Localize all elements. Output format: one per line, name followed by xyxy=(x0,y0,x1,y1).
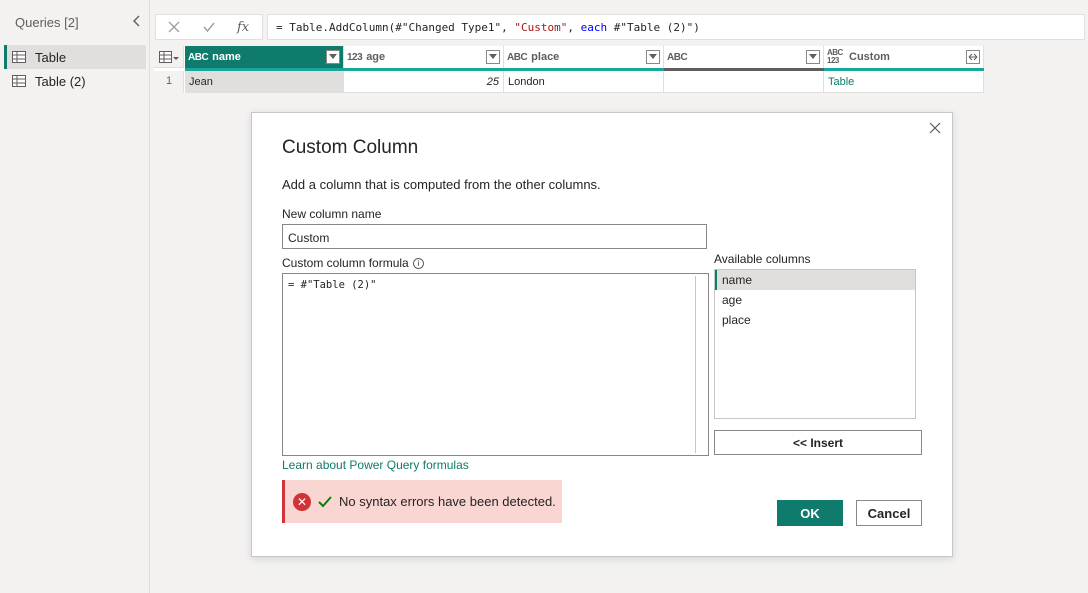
row-number: 1 xyxy=(154,71,184,93)
fx-icon: fx xyxy=(236,20,250,35)
query-item-table-2[interactable]: Table (2) xyxy=(4,69,146,93)
table-cell[interactable]: Jean xyxy=(185,71,344,93)
table-cell-link[interactable]: Table xyxy=(824,71,984,93)
column-name: name xyxy=(212,51,241,63)
column-name: place xyxy=(531,51,560,63)
query-item-label: Table xyxy=(35,49,67,65)
status-text: No syntax errors have been detected. xyxy=(339,494,556,509)
column-header-place[interactable]: ABC place xyxy=(504,46,664,68)
text-type-icon: ABC xyxy=(507,51,528,63)
table-cell[interactable]: 25 xyxy=(344,71,504,93)
close-icon xyxy=(929,122,941,134)
new-column-name-input[interactable]: Custom xyxy=(282,224,707,249)
insert-button[interactable]: << Insert xyxy=(714,430,922,455)
ok-button[interactable]: OK xyxy=(777,500,843,526)
custom-column-dialog: Custom Column Add a column that is compu… xyxy=(251,112,953,557)
text-type-icon: ABC xyxy=(188,51,209,63)
available-column-place[interactable]: place xyxy=(715,310,915,330)
formula-bar-buttons: fx xyxy=(155,14,263,40)
check-icon xyxy=(203,22,215,33)
close-dialog-button[interactable] xyxy=(926,119,944,137)
column-filter-button[interactable] xyxy=(806,50,820,64)
query-item-table[interactable]: Table xyxy=(4,45,146,69)
table-menu-icon xyxy=(158,50,179,63)
formula-label: Custom column formula i xyxy=(282,256,424,270)
data-grid: ABC name 123 age ABC place ABC ABC 123 C… xyxy=(154,46,984,93)
new-column-label: New column name xyxy=(282,207,382,221)
commit-formula-button[interactable] xyxy=(191,15,226,39)
formula-bar-input[interactable]: = Table.AddColumn(#"Changed Type1", "Cus… xyxy=(267,14,1085,40)
formula-sep: , xyxy=(567,21,581,34)
editor-scrollbar[interactable] xyxy=(695,276,696,453)
any-type-icon: ABC 123 xyxy=(827,48,843,65)
query-item-label: Table (2) xyxy=(35,73,86,89)
check-icon xyxy=(317,495,333,509)
column-filter-button[interactable] xyxy=(326,50,340,64)
expand-icon xyxy=(968,53,978,61)
column-filter-button[interactable] xyxy=(646,50,660,64)
info-icon[interactable]: i xyxy=(412,258,424,270)
cancel-button[interactable]: Cancel xyxy=(856,500,922,526)
number-type-icon: 123 xyxy=(347,51,363,63)
svg-text:fx: fx xyxy=(236,20,250,35)
column-name: Custom xyxy=(849,51,890,63)
formula-text: = #"Table (2)" xyxy=(288,279,377,291)
column-filter-button[interactable] xyxy=(486,50,500,64)
available-column-name[interactable]: name xyxy=(715,270,915,290)
insert-function-button[interactable]: fx xyxy=(227,15,262,39)
column-header-name[interactable]: ABC name xyxy=(185,46,344,68)
formula-string: "Custom" xyxy=(514,21,568,34)
table-menu-button[interactable] xyxy=(154,46,184,68)
column-header-age[interactable]: 123 age xyxy=(344,46,504,68)
formula-label-text: Custom column formula xyxy=(282,256,409,270)
column-header-custom[interactable]: ABC 123 Custom xyxy=(824,46,984,68)
close-icon xyxy=(168,21,180,33)
chevron-down-icon xyxy=(329,54,337,59)
collapse-pane-button[interactable] xyxy=(130,12,144,30)
expand-column-button[interactable] xyxy=(966,50,980,64)
learn-formulas-link[interactable]: Learn about Power Query formulas xyxy=(282,458,469,472)
table-icon xyxy=(12,51,26,63)
column-header-unnamed[interactable]: ABC xyxy=(664,46,824,68)
text-type-icon: ABC xyxy=(667,51,688,63)
formula-prefix: = Table.AddColumn(#"Changed Type1", xyxy=(276,21,515,34)
queries-pane: Queries [2] Table Table (2) xyxy=(0,0,150,593)
table-cell[interactable] xyxy=(664,71,824,93)
chevron-left-icon xyxy=(133,15,140,27)
chevron-down-icon xyxy=(809,54,817,59)
table-cell[interactable]: London xyxy=(504,71,664,93)
available-column-age[interactable]: age xyxy=(715,290,915,310)
dialog-description: Add a column that is computed from the o… xyxy=(282,177,601,192)
available-columns-label: Available columns xyxy=(714,252,811,266)
dialog-title: Custom Column xyxy=(282,137,419,158)
formula-each-keyword: each xyxy=(580,21,608,34)
chevron-down-icon xyxy=(489,54,497,59)
formula-suffix: #"Table (2)") xyxy=(607,21,700,34)
available-columns-list: name age place xyxy=(714,269,916,419)
table-icon xyxy=(12,75,26,87)
queries-header: Queries [2] xyxy=(15,15,79,30)
cancel-formula-button[interactable] xyxy=(156,15,191,39)
custom-formula-editor[interactable]: = #"Table (2)" xyxy=(282,273,709,456)
column-name: age xyxy=(366,51,386,63)
syntax-status-box: ✕ No syntax errors have been detected. xyxy=(282,480,562,523)
chevron-down-icon xyxy=(649,54,657,59)
error-icon: ✕ xyxy=(293,492,311,511)
